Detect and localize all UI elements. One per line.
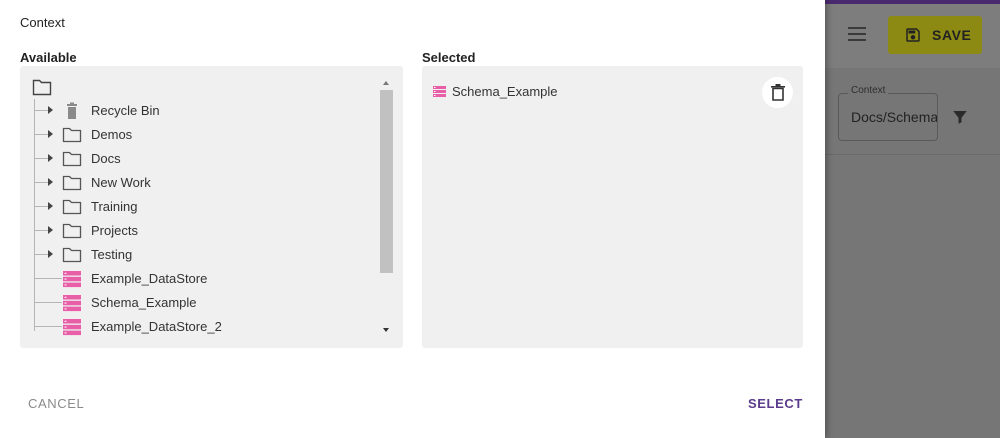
- tree-connector: [34, 110, 48, 111]
- divider: [825, 154, 1000, 155]
- selected-panel: Schema_Example: [422, 66, 803, 348]
- folder-icon: [62, 125, 82, 145]
- tree-item[interactable]: Recycle Bin: [20, 99, 375, 123]
- datastore-icon: [62, 269, 82, 289]
- tree-connector: [34, 134, 48, 135]
- context-dialog: Context Available Selected Recycle Bin De…: [0, 0, 825, 438]
- tree-connector: [34, 326, 62, 327]
- expand-caret-icon[interactable]: [48, 202, 53, 210]
- tree-item-label: Training: [91, 199, 138, 214]
- datastore-icon: [62, 293, 82, 313]
- selected-label: Selected: [422, 50, 476, 65]
- folder-icon: [62, 221, 82, 241]
- tree-item-label: Example_DataStore_2: [91, 319, 222, 334]
- datastore-icon: [433, 86, 446, 97]
- save-button[interactable]: SAVE: [888, 16, 982, 54]
- scroll-down-arrow-icon[interactable]: [383, 328, 389, 332]
- expand-caret-icon[interactable]: [48, 106, 53, 114]
- trash-icon: [62, 101, 82, 121]
- tree-item-label: Docs: [91, 151, 121, 166]
- tree-connector: [34, 302, 62, 303]
- tree-item-label: New Work: [91, 175, 151, 190]
- folder-icon: [62, 197, 82, 217]
- tree-item-label: Recycle Bin: [91, 103, 160, 118]
- tree-item[interactable]: Docs: [20, 147, 375, 171]
- tree-item-label: Example_DataStore: [91, 271, 208, 286]
- expand-caret-icon[interactable]: [48, 178, 53, 186]
- scroll-up-arrow-icon[interactable]: [383, 81, 389, 85]
- expand-caret-icon[interactable]: [48, 130, 53, 138]
- root-folder-icon[interactable]: [32, 79, 52, 96]
- tree-connector: [34, 278, 62, 279]
- save-button-label: SAVE: [932, 27, 972, 43]
- context-field-label: Context: [848, 85, 889, 96]
- tree-item[interactable]: New Work: [20, 171, 375, 195]
- available-tree-panel[interactable]: Recycle Bin Demos Docs New Work Training Proj…: [20, 66, 403, 348]
- tree-item[interactable]: Example_DataStore: [20, 267, 375, 291]
- tree-connector: [34, 158, 48, 159]
- tree-item-label: Demos: [91, 127, 133, 142]
- tree-item[interactable]: Testing: [20, 243, 375, 267]
- dialog-title: Context: [20, 15, 65, 30]
- cancel-button[interactable]: CANCEL: [28, 396, 84, 411]
- select-button[interactable]: SELECT: [748, 396, 803, 411]
- tree-item[interactable]: Schema_Example: [20, 291, 375, 315]
- datastore-icon: [62, 317, 82, 337]
- tree-connector: [34, 182, 48, 183]
- filter-icon[interactable]: [951, 108, 969, 126]
- selected-item-label: Schema_Example: [452, 84, 558, 99]
- trash-icon: [770, 84, 785, 101]
- tree-item-label: Testing: [91, 247, 133, 262]
- scrollbar-thumb[interactable]: [380, 90, 393, 273]
- floppy-disk-icon: [906, 28, 920, 42]
- remove-selected-button[interactable]: [762, 77, 793, 108]
- expand-caret-icon[interactable]: [48, 154, 53, 162]
- tree-item[interactable]: Training: [20, 195, 375, 219]
- tree-connector: [34, 230, 48, 231]
- tree-item[interactable]: Example_DataStore_2: [20, 315, 375, 339]
- folder-icon: [62, 245, 82, 265]
- expand-caret-icon[interactable]: [48, 226, 53, 234]
- tree-item[interactable]: Demos: [20, 123, 375, 147]
- context-field[interactable]: Docs/Schema_Example: [838, 93, 938, 141]
- context-field-value: Docs/Schema_Example: [851, 109, 938, 125]
- tree-connector: [34, 206, 48, 207]
- expand-caret-icon[interactable]: [48, 250, 53, 258]
- tree-item-label: Projects: [91, 223, 138, 238]
- available-label: Available: [20, 50, 77, 65]
- selected-item[interactable]: Schema_Example: [433, 84, 558, 99]
- tree-connector: [34, 254, 48, 255]
- folder-icon: [62, 149, 82, 169]
- list-view-icon[interactable]: [848, 27, 866, 41]
- tree-item-label: Schema_Example: [91, 295, 197, 310]
- folder-icon: [62, 173, 82, 193]
- tree-item[interactable]: Projects: [20, 219, 375, 243]
